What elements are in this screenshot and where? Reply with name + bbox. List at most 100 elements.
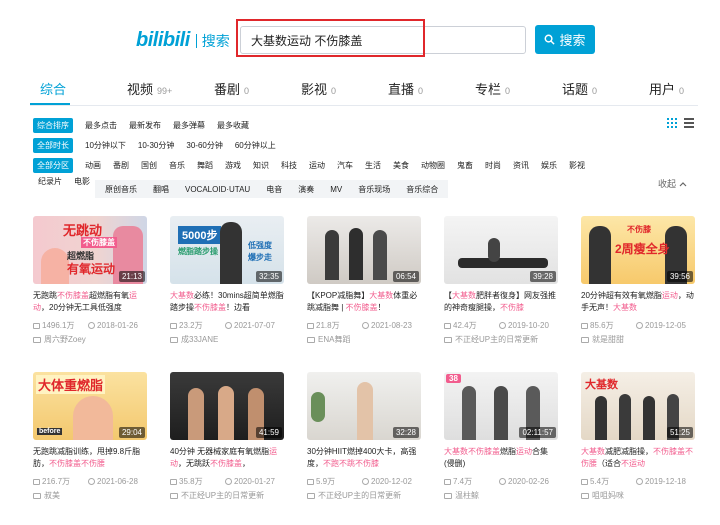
zone-option[interactable]: 鬼畜 xyxy=(457,160,473,171)
uploader[interactable]: 不正经UP主的日常更新 xyxy=(444,334,558,345)
video-title[interactable]: 无跑跳不伤膝盖超燃脂有氧运动，20分钟无工具低强度 xyxy=(33,290,147,314)
order-pill[interactable]: 综合排序 xyxy=(33,118,73,133)
order-option[interactable]: 最多点击 xyxy=(85,120,117,131)
zone-option[interactable]: 知识 xyxy=(253,160,269,171)
uploader[interactable]: 成33JANE xyxy=(170,334,284,345)
tab-user[interactable]: 用户 0 xyxy=(649,79,684,98)
zone-option[interactable]: 音乐 xyxy=(169,160,185,171)
order-option[interactable]: 最多收藏 xyxy=(217,120,249,131)
video-thumbnail[interactable]: 39:28 xyxy=(444,216,558,284)
video-thumbnail[interactable]: 5000步 燃脂踏步操 低强度 爆步走 32:35 xyxy=(170,216,284,284)
tab-video[interactable]: 视频 99+ xyxy=(127,79,172,98)
zone-option[interactable]: 运动 xyxy=(309,160,325,171)
uploader[interactable]: 不正经UP主的日常更新 xyxy=(307,490,421,501)
thumb-figure xyxy=(218,386,234,440)
zone-option[interactable]: 生活 xyxy=(365,160,381,171)
video-thumbnail[interactable]: 38 02:11:57 xyxy=(444,372,558,440)
zone-option[interactable]: 动物圈 xyxy=(421,160,445,171)
video-thumbnail[interactable]: 无跳动 不伤膝盖 超燃脂 有氧运动 21:13 xyxy=(33,216,147,284)
video-thumbnail[interactable]: 2周瘦全身 不伤膝 39:56 xyxy=(581,216,695,284)
video-title[interactable]: 20分钟超有效有氧燃脂运动，动手无声！大基数 xyxy=(581,290,695,314)
subcategory-option[interactable]: 原创音乐 xyxy=(105,184,137,195)
video-title[interactable]: 【大基数肥胖者復身】网友强推的神奇瘦腿操，不伤膝 xyxy=(444,290,558,314)
tab-live[interactable]: 直播 0 xyxy=(388,79,423,98)
zone-option[interactable]: 电影 xyxy=(74,176,90,187)
video-title[interactable]: 大基数减肥减脂操，不伤膝盖不伤腰（适合不运动 xyxy=(581,446,695,470)
tab-count: 0 xyxy=(679,86,685,96)
uploader-icon xyxy=(33,336,41,343)
tab-film[interactable]: 影视 0 xyxy=(301,79,336,98)
zone-option[interactable]: 时尚 xyxy=(485,160,501,171)
video-card[interactable]: 39:28 【大基数肥胖者復身】网友强推的神奇瘦腿操，不伤膝 42.4万 201… xyxy=(444,216,558,345)
duration-pill[interactable]: 全部时长 xyxy=(33,138,73,153)
video-card[interactable]: 38 02:11:57 大基数不伤膝盖燃脂运动合集(侵删) 7.4万 2020-… xyxy=(444,372,558,501)
zone-option[interactable]: 科技 xyxy=(281,160,297,171)
zone-option[interactable]: 影视 xyxy=(569,160,585,171)
zone-option[interactable]: 汽车 xyxy=(337,160,353,171)
video-thumbnail[interactable]: 06:54 xyxy=(307,216,421,284)
video-card[interactable]: 5000步 燃脂踏步操 低强度 爆步走 32:35 大基数必练！30mins超简… xyxy=(170,216,284,345)
video-card[interactable]: 2周瘦全身 不伤膝 39:56 20分钟超有效有氧燃脂运动，动手无声！大基数 8… xyxy=(581,216,695,345)
subcategory-option[interactable]: 翻唱 xyxy=(153,184,169,195)
uploader[interactable]: 就是甜甜 xyxy=(581,334,695,345)
video-title[interactable]: 大基数不伤膝盖燃脂运动合集(侵删) xyxy=(444,446,558,470)
duration-option[interactable]: 10分钟以下 xyxy=(85,140,126,151)
uploader[interactable]: 温柱鲸 xyxy=(444,490,558,501)
zone-option[interactable]: 美食 xyxy=(393,160,409,171)
uploader[interactable]: 不正经UP主的日常更新 xyxy=(170,490,284,501)
uploader[interactable]: 叔美 xyxy=(33,490,147,501)
order-option[interactable]: 最多弹幕 xyxy=(173,120,205,131)
duration-option[interactable]: 30-60分钟 xyxy=(186,140,222,151)
uploader[interactable]: 咀咀妈咪 xyxy=(581,490,695,501)
video-card[interactable]: 大体重燃脂 before 29:04 无跑跳减脂训练，甩掉9.8斤脂肪，不伤膝盖… xyxy=(33,372,147,501)
video-thumbnail[interactable]: 32:28 xyxy=(307,372,421,440)
duration-option[interactable]: 10-30分钟 xyxy=(138,140,174,151)
search-box[interactable] xyxy=(240,26,526,54)
subcategory-option[interactable]: 电音 xyxy=(266,184,282,195)
duration-option[interactable]: 60分钟以上 xyxy=(235,140,276,151)
subcategory-option[interactable]: 演奏 xyxy=(298,184,314,195)
uploader[interactable]: 周六野Zoey xyxy=(33,334,147,345)
video-thumbnail[interactable]: 大体重燃脂 before 29:04 xyxy=(33,372,147,440)
logo-brand: bilibili xyxy=(136,29,190,51)
subcategory-option[interactable]: MV xyxy=(330,185,342,194)
uploader-icon xyxy=(307,492,315,499)
search-button[interactable]: 搜索 xyxy=(535,25,595,54)
video-card[interactable]: 41:59 40分钟 无器械家庭有氧燃脂运动，无跳跃不伤膝盖， 35.8万 20… xyxy=(170,372,284,501)
tab-all[interactable]: 综合 xyxy=(40,79,66,98)
video-card[interactable]: 大基数 51:25 大基数减肥减脂操，不伤膝盖不伤腰（适合不运动 5.4万 20… xyxy=(581,372,695,501)
list-view-icon[interactable] xyxy=(684,118,694,128)
video-title[interactable]: 【KPOP减脂舞】大基数体重必跳减脂舞 | 不伤膝盖！ xyxy=(307,290,421,314)
tab-topic[interactable]: 话题 0 xyxy=(562,79,597,98)
video-card[interactable]: 32:28 30分钟HIIT燃掉400大卡，高强度，不跑不跳不伤膝 5.9万 2… xyxy=(307,372,421,501)
grid-view-icon[interactable] xyxy=(667,118,677,128)
zone-option[interactable]: 娱乐 xyxy=(541,160,557,171)
order-option[interactable]: 最新发布 xyxy=(129,120,161,131)
zone-option[interactable]: 纪录片 xyxy=(38,176,62,187)
search-input[interactable] xyxy=(241,27,525,53)
thumb-figure xyxy=(220,222,242,284)
video-thumbnail[interactable]: 大基数 51:25 xyxy=(581,372,695,440)
zone-option[interactable]: 番剧 xyxy=(113,160,129,171)
video-title[interactable]: 40分钟 无器械家庭有氧燃脂运动，无跳跃不伤膝盖， xyxy=(170,446,284,470)
zone-option[interactable]: 舞蹈 xyxy=(197,160,213,171)
zone-option[interactable]: 资讯 xyxy=(513,160,529,171)
subcategory-option[interactable]: VOCALOID·UTAU xyxy=(185,185,250,194)
video-card[interactable]: 06:54 【KPOP减脂舞】大基数体重必跳减脂舞 | 不伤膝盖！ 21.8万 … xyxy=(307,216,421,345)
video-card[interactable]: 无跳动 不伤膝盖 超燃脂 有氧运动 21:13 无跑跳不伤膝盖超燃脂有氧运动，2… xyxy=(33,216,147,345)
tab-article[interactable]: 专栏 0 xyxy=(475,79,510,98)
video-title[interactable]: 无跑跳减脂训练，甩掉9.8斤脂肪，不伤膝盖不伤腰 xyxy=(33,446,147,470)
zone-option[interactable]: 游戏 xyxy=(225,160,241,171)
video-title[interactable]: 大基数必练！30mins超简单燃脂踏步操不伤膝盖！边看 xyxy=(170,290,284,314)
subcategory-option[interactable]: 音乐综合 xyxy=(406,184,438,195)
subcategory-option[interactable]: 音乐现场 xyxy=(358,184,390,195)
zone-pill[interactable]: 全部分区 xyxy=(33,158,73,173)
zone-option[interactable]: 动画 xyxy=(85,160,101,171)
video-thumbnail[interactable]: 41:59 xyxy=(170,372,284,440)
video-title[interactable]: 30分钟HIIT燃掉400大卡，高强度，不跑不跳不伤膝 xyxy=(307,446,421,470)
collapse-filters-button[interactable]: 收起 xyxy=(658,177,687,190)
tab-bangumi[interactable]: 番剧 0 xyxy=(214,79,249,98)
uploader[interactable]: ENA舞蹈 xyxy=(307,334,421,345)
zone-option[interactable]: 国创 xyxy=(141,160,157,171)
bilibili-logo[interactable]: bilibili 搜索 xyxy=(136,29,230,52)
